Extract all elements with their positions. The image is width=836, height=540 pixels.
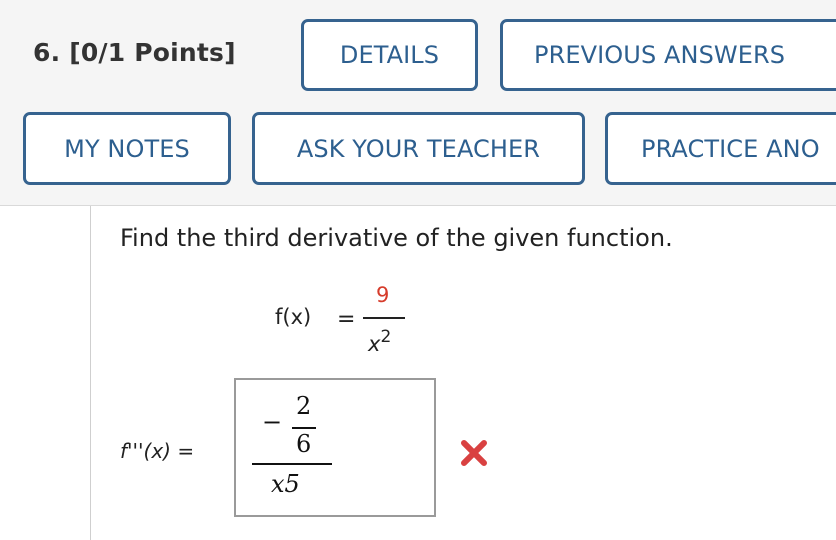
answer-minus-sign: −	[262, 408, 283, 436]
denominator-exponent: 2	[380, 327, 392, 347]
question-prompt: Find the third derivative of the given f…	[120, 224, 673, 252]
function-denominator: x2	[368, 327, 391, 356]
answer-outer-denominator: x5	[271, 470, 300, 498]
function-fraction-bar	[363, 317, 405, 319]
ask-your-teacher-button[interactable]: ASK YOUR TEACHER	[252, 112, 585, 185]
function-label: f(x)	[275, 305, 312, 329]
practice-another-button[interactable]: PRACTICE ANO	[605, 112, 836, 185]
answer-inner-numerator: 2	[296, 392, 312, 420]
details-button[interactable]: DETAILS	[301, 19, 478, 91]
function-numerator: 9	[376, 283, 390, 307]
answer-equals: =	[177, 439, 195, 463]
answer-label-row: f'''(x) =	[120, 439, 194, 463]
question-header: 6. [0/1 Points] DETAILS PREVIOUS ANSWERS…	[0, 0, 836, 206]
question-body-divider	[90, 206, 91, 540]
function-equals: =	[337, 307, 356, 332]
answer-inner-denominator: 6	[296, 430, 312, 458]
previous-answers-button[interactable]: PREVIOUS ANSWERS	[500, 19, 836, 91]
answer-inner-fraction-bar	[292, 427, 316, 429]
answer-input-box[interactable]	[234, 378, 436, 517]
my-notes-button[interactable]: MY NOTES	[23, 112, 231, 185]
answer-label: f'''(x)	[120, 439, 171, 463]
incorrect-x-icon	[461, 440, 487, 466]
answer-outer-fraction-bar	[252, 463, 332, 465]
denominator-base: x	[368, 332, 381, 356]
question-title: 6. [0/1 Points]	[33, 38, 236, 67]
